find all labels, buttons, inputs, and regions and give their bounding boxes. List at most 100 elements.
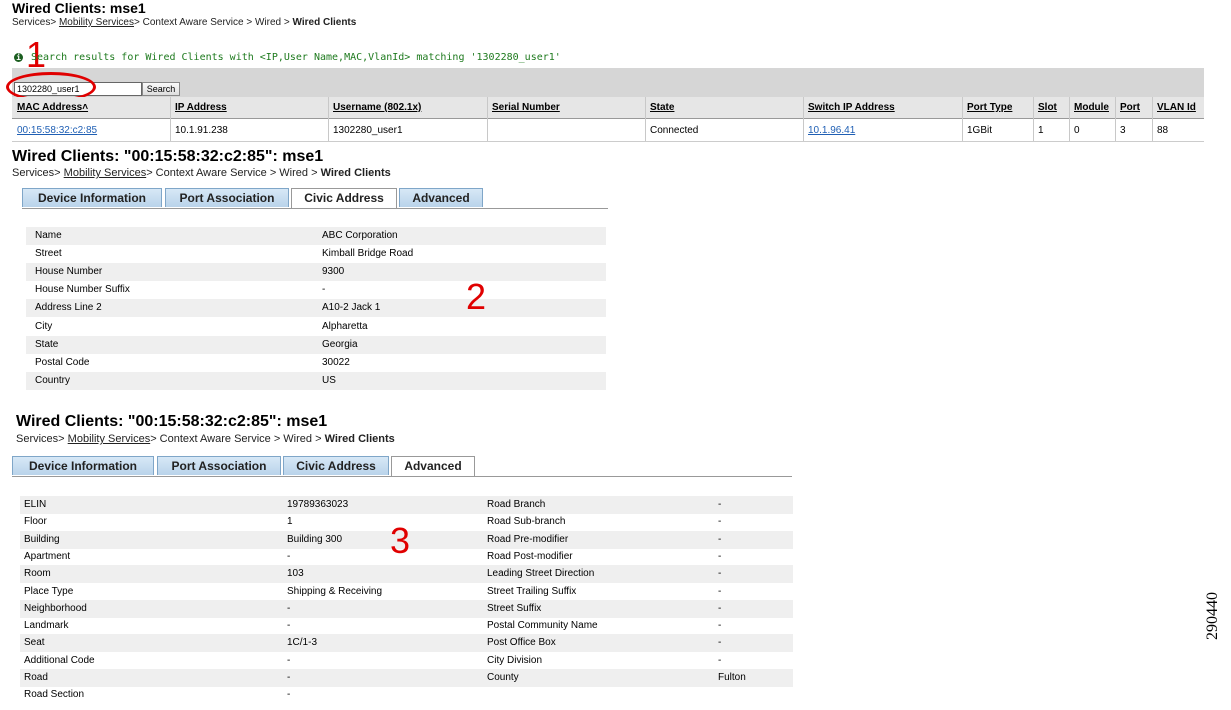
cell-switch-ip-link[interactable]: 10.1.96.41	[808, 125, 855, 136]
field-row: Road Pre-modifier -	[482, 530, 793, 549]
col-username[interactable]: Username (802.1x)	[333, 102, 421, 113]
field-value: -	[718, 620, 722, 632]
breadcrumb-current: Wired Clients	[324, 433, 395, 445]
field-row: Landmark -	[20, 617, 482, 635]
column-divider	[1033, 97, 1034, 141]
field-label: Building	[24, 533, 60, 545]
field-value: ABC Corporation	[322, 230, 398, 241]
field-label: Road Branch	[487, 499, 546, 510]
field-label: Country	[35, 374, 71, 386]
tab-civic-address[interactable]: Civic Address	[283, 456, 389, 475]
col-port[interactable]: Port	[1120, 102, 1140, 113]
field-label: County	[487, 672, 519, 683]
col-slot[interactable]: Slot	[1038, 102, 1057, 113]
field-value: -	[287, 620, 291, 632]
cell-port: 3	[1120, 125, 1126, 136]
field-label: Room	[24, 568, 51, 580]
field-value: 1	[287, 516, 293, 528]
field-label: Post Office Box	[487, 637, 556, 649]
field-value: -	[287, 654, 291, 666]
tab-port-association[interactable]: Port Association	[157, 456, 281, 475]
col-switch-ip[interactable]: Switch IP Address	[808, 102, 895, 113]
col-vlan-id[interactable]: VLAN Id	[1157, 102, 1196, 113]
field-value: -	[718, 499, 722, 510]
breadcrumb: Services> Mobility Services> Context Awa…	[12, 17, 356, 28]
field-label: Road Section	[24, 689, 85, 701]
breadcrumb-current: Wired Clients	[292, 17, 357, 28]
field-value: -	[287, 672, 291, 683]
field-label: Apartment	[24, 550, 71, 562]
tab-device-information[interactable]: Device Information	[22, 188, 162, 207]
search-bar	[12, 68, 1204, 97]
col-port-type[interactable]: Port Type	[967, 102, 1012, 113]
field-value: -	[718, 568, 722, 580]
field-row: House Number 9300	[26, 263, 606, 282]
field-row: Road Section -	[20, 686, 482, 704]
field-label: ELIN	[24, 499, 47, 510]
col-mac-address[interactable]: MAC Address˄	[17, 102, 88, 113]
field-row: Street Suffix -	[482, 599, 793, 618]
field-row: Post Office Box -	[482, 634, 793, 653]
figure-code: 290440	[1204, 592, 1221, 640]
page-title: Wired Clients: mse1	[12, 0, 146, 16]
col-ip-address[interactable]: IP Address	[175, 102, 227, 113]
tab-port-association[interactable]: Port Association	[165, 188, 289, 207]
field-value: Georgia	[322, 338, 358, 350]
field-value: 30022	[322, 356, 350, 368]
column-divider	[170, 97, 171, 141]
field-label: House Number	[35, 266, 103, 278]
column-divider	[1115, 97, 1116, 141]
field-row: Country US	[26, 371, 606, 390]
tab-advanced[interactable]: Advanced	[399, 188, 483, 207]
field-row: Neighborhood -	[20, 599, 482, 618]
cell-port-type: 1GBit	[967, 125, 993, 136]
field-value: 19789363023	[287, 499, 349, 510]
cell-slot: 1	[1038, 125, 1044, 136]
tab-device-information[interactable]: Device Information	[12, 456, 154, 475]
field-label: Road Pre-modifier	[487, 533, 569, 545]
field-value: Kimball Bridge Road	[322, 248, 414, 260]
field-row: Apartment -	[20, 548, 482, 566]
cell-mac-address-link[interactable]: 00:15:58:32:c2:85	[17, 125, 97, 136]
field-value: -	[718, 550, 722, 562]
field-label: Floor	[24, 516, 47, 528]
field-row: House Number Suffix -	[26, 281, 606, 299]
breadcrumb-mobility-services-link[interactable]: Mobility Services	[68, 433, 151, 445]
tab-underline	[12, 476, 792, 477]
tab-advanced[interactable]: Advanced	[391, 456, 475, 477]
field-row: Name ABC Corporation	[26, 227, 606, 245]
col-state[interactable]: State	[650, 102, 674, 113]
field-row: Street Kimball Bridge Road	[26, 245, 606, 263]
field-row: Seat 1C/1-3	[20, 634, 482, 653]
field-label: House Number Suffix	[35, 284, 130, 296]
wired-clients-table: MAC Address˄ IP Address Username (802.1x…	[12, 97, 1204, 142]
field-row: City Division -	[482, 652, 793, 670]
field-label: Road	[24, 672, 48, 683]
breadcrumb: Services> Mobility Services> Context Awa…	[16, 433, 395, 445]
col-module[interactable]: Module	[1074, 102, 1109, 113]
cell-username: 1302280_user1	[333, 125, 403, 136]
tab-civic-address[interactable]: Civic Address	[291, 188, 397, 209]
cell-ip-address: 10.1.91.238	[175, 125, 228, 136]
breadcrumb-mobility-services-link[interactable]: Mobility Services	[64, 167, 147, 179]
column-divider	[1069, 97, 1070, 141]
search-button[interactable]: Search	[142, 82, 180, 96]
field-value: -	[718, 602, 722, 614]
field-value: -	[718, 533, 722, 545]
breadcrumb-mobility-services-link[interactable]: Mobility Services	[59, 17, 134, 28]
field-row: Room 103	[20, 565, 482, 584]
field-row: Building Building 300	[20, 530, 482, 549]
table-header: MAC Address˄ IP Address Username (802.1x…	[12, 97, 1204, 119]
field-label: Postal Community Name	[487, 620, 598, 632]
breadcrumb-path: > Context Aware Service > Wired >	[146, 167, 318, 179]
page-title: Wired Clients: "00:15:58:32:c2:85": mse1	[16, 413, 328, 430]
field-value: -	[287, 550, 291, 562]
field-row: City Alpharetta	[26, 318, 606, 336]
col-serial-number[interactable]: Serial Number	[492, 102, 560, 113]
field-label: City Division	[487, 654, 543, 666]
field-row: Leading Street Direction -	[482, 565, 793, 584]
table-row: 00:15:58:32:c2:85 10.1.91.238 1302280_us…	[12, 119, 1204, 142]
field-label: Name	[35, 230, 62, 241]
column-divider	[1152, 97, 1153, 141]
cell-state: Connected	[650, 125, 699, 136]
